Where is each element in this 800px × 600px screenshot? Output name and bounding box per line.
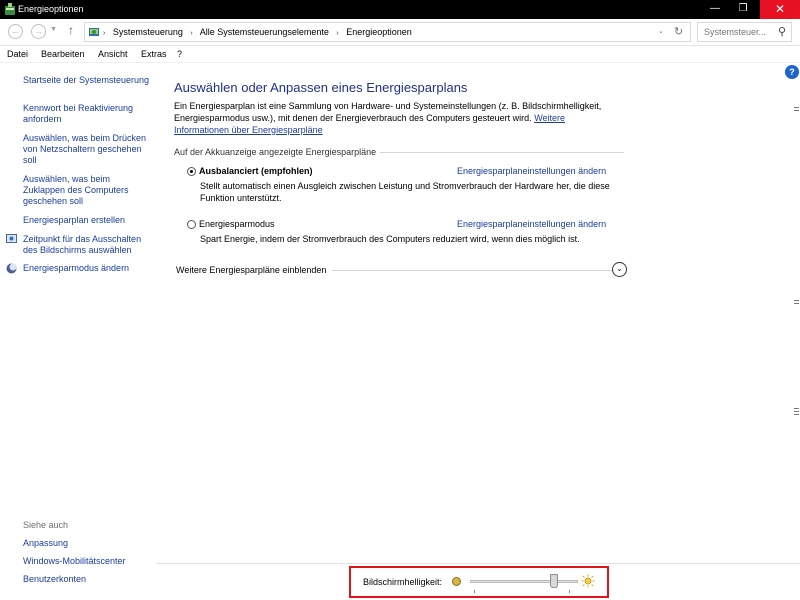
- left-pane: Startseite der Systemsteuerung Kennwort …: [0, 63, 156, 600]
- sidebar-link-home[interactable]: Startseite der Systemsteuerung: [23, 75, 153, 86]
- see-also-user-accounts[interactable]: Benutzerkonten: [23, 574, 153, 585]
- slider-tick: [569, 590, 570, 593]
- monitor-icon: [6, 234, 17, 243]
- recent-locations-dropdown[interactable]: ▼: [50, 26, 57, 33]
- close-button[interactable]: ✕: [760, 0, 800, 19]
- edge-grip-mark: [794, 411, 799, 412]
- more-plans-divider: [332, 270, 612, 271]
- plan-settings-link-power-saver[interactable]: Energiesparplaneinstellungen ändern: [457, 219, 606, 229]
- slider-tick: [474, 590, 475, 593]
- forward-button[interactable]: →: [31, 24, 46, 39]
- edge-grip-mark: [794, 303, 799, 304]
- sleep-moon-icon: [6, 263, 17, 274]
- breadcrumb-systemsteuerung[interactable]: Systemsteuerung: [113, 27, 183, 37]
- breadcrumb-alle-elemente[interactable]: Alle Systemsteuerungselemente: [200, 27, 329, 37]
- plan-description-power-saver: Spart Energie, indem der Stromverbrauch …: [200, 234, 580, 244]
- edge-grip-mark: [794, 408, 799, 409]
- plan-radio-power-saver[interactable]: [187, 220, 196, 229]
- sidebar-link-sleep[interactable]: Energiesparmodus ändern: [23, 263, 153, 274]
- breadcrumb: › Systemsteuerung › Alle Systemsteuerung…: [103, 27, 412, 37]
- power-options-icon: [5, 3, 15, 15]
- main-content: Auswählen oder Anpassen eines Energiespa…: [156, 63, 786, 563]
- plans-group-label: Auf der Akkuanzeige angezeigte Energiesp…: [174, 147, 381, 157]
- sidebar-link-create-plan[interactable]: Energiesparplan erstellen: [23, 215, 153, 226]
- edge-grip-mark: [794, 110, 799, 111]
- window-title: Energieoptionen: [18, 4, 84, 14]
- breadcrumb-separator[interactable]: ›: [336, 30, 338, 37]
- menu-bearbeiten[interactable]: Bearbeiten: [41, 49, 85, 59]
- edge-grip-mark: [794, 107, 799, 108]
- title-bar: Energieoptionen — ❐ ✕: [0, 0, 800, 19]
- see-also-heading: Siehe auch: [23, 520, 69, 530]
- plan-name-power-saver[interactable]: Energiesparmodus: [199, 219, 275, 229]
- back-button[interactable]: ←: [8, 24, 23, 39]
- plan-description-balanced: Stellt automatisch einen Ausgleich zwisc…: [200, 181, 610, 203]
- page-title: Auswählen oder Anpassen eines Energiespa…: [174, 80, 468, 95]
- minimize-button[interactable]: —: [700, 0, 730, 19]
- show-more-plans-label[interactable]: Weitere Energiesparpläne einblenden: [176, 265, 326, 275]
- menu-help[interactable]: ?: [177, 49, 182, 59]
- brightness-slider-thumb[interactable]: [550, 574, 558, 588]
- search-icon[interactable]: ⚲: [778, 25, 786, 38]
- menu-datei[interactable]: Datei: [7, 49, 28, 59]
- help-icon[interactable]: ?: [785, 65, 799, 79]
- chevron-down-icon[interactable]: ⌄: [658, 27, 664, 35]
- menu-extras[interactable]: Extras: [141, 49, 167, 59]
- brightness-slider[interactable]: [470, 574, 580, 593]
- sidebar-link-lid[interactable]: Auswählen, was beim Zuklappen des Comput…: [23, 174, 153, 207]
- search-input[interactable]: [698, 23, 776, 41]
- address-field[interactable]: › Systemsteuerung › Alle Systemsteuerung…: [84, 22, 691, 42]
- sidebar-link-power-button[interactable]: Auswählen, was beim Drücken von Netzscha…: [23, 133, 153, 166]
- search-box[interactable]: ⚲: [697, 22, 792, 42]
- address-bar: ← → ▼ ↑ › Systemsteuerung › Alle Systems…: [0, 19, 800, 46]
- brightness-dim-icon: [452, 577, 461, 586]
- plan-settings-link-balanced[interactable]: Energiesparplaneinstellungen ändern: [457, 166, 606, 176]
- up-button[interactable]: ↑: [68, 23, 74, 37]
- expand-chevron-icon[interactable]: ⌄: [612, 262, 627, 277]
- maximize-button[interactable]: ❐: [728, 0, 758, 19]
- refresh-icon[interactable]: ↻: [674, 25, 683, 38]
- edge-grip-mark: [794, 414, 799, 415]
- see-also-mobility-center[interactable]: Windows-Mobilitätscenter: [23, 556, 153, 567]
- plan-name-balanced[interactable]: Ausbalanciert (empfohlen): [199, 166, 313, 176]
- breadcrumb-separator[interactable]: ›: [103, 30, 105, 37]
- edge-grip-mark: [794, 300, 799, 301]
- breadcrumb-separator[interactable]: ›: [190, 30, 192, 37]
- menu-ansicht[interactable]: Ansicht: [98, 49, 128, 59]
- brightness-slider-track[interactable]: [470, 580, 578, 583]
- brightness-label: Bildschirmhelligkeit:: [363, 577, 443, 587]
- plan-radio-balanced[interactable]: [187, 167, 196, 176]
- breadcrumb-energieoptionen[interactable]: Energieoptionen: [346, 27, 412, 37]
- intro-text: Ein Energiesparplan ist eine Sammlung vo…: [174, 100, 614, 136]
- sidebar-link-display-off[interactable]: Zeitpunkt für das Ausschalten des Bildsc…: [23, 234, 153, 256]
- sidebar-link-password[interactable]: Kennwort bei Reaktivierung anfordern: [23, 103, 153, 125]
- see-also-personalization[interactable]: Anpassung: [23, 538, 153, 549]
- control-panel-icon: [89, 28, 99, 36]
- menu-bar: Datei Bearbeiten Ansicht Extras ?: [0, 46, 800, 63]
- brightness-bright-icon: [581, 574, 595, 588]
